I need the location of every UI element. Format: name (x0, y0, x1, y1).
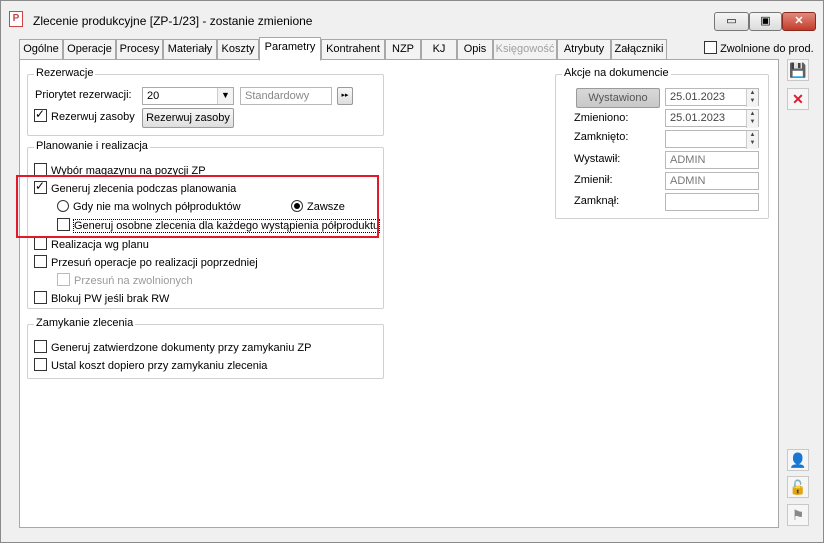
realizacja-wg-planu-label: Realizacja wg planu (51, 239, 149, 251)
zamykanie-group: Zamykanie zlecenia Generuj zatwierdzone … (27, 317, 384, 379)
akcje-title: Akcje na dokumencie (562, 67, 671, 79)
wystawiono-date-value: 25.01.2023 (670, 91, 726, 103)
window-title: Zlecenie produkcyjne [ZP-1/23] - zostani… (33, 14, 313, 28)
rezerwuj-zasoby-box[interactable] (34, 107, 47, 122)
main-window: P Zlecenie produkcyjne [ZP-1/23] - zosta… (0, 0, 824, 543)
save-icon[interactable]: 💾 (787, 59, 809, 81)
przesun-operacje-checkbox[interactable]: Przesuń operacje po realizacji poprzedni… (34, 255, 258, 269)
chevron-down-icon[interactable]: ▼ (217, 88, 233, 104)
tab-kontrahent[interactable]: Kontrahent (321, 39, 385, 60)
rezerwuj-zasoby-checkbox[interactable]: Rezerwuj zasoby (34, 107, 135, 123)
wystawil-field: ADMIN (665, 151, 759, 169)
planowanie-title: Planowanie i realizacja (34, 140, 150, 152)
maximize-button[interactable]: ▣ (749, 12, 782, 31)
zamknieto-label: Zamknięto: (574, 131, 629, 143)
close-button[interactable]: ✕ (782, 12, 816, 31)
zmienil-label: Zmienił: (574, 174, 613, 186)
zmieniono-date-value: 25.01.2023 (670, 112, 726, 124)
zwolnione-box[interactable] (704, 41, 717, 54)
rezerwacje-title: Rezerwacje (34, 67, 96, 79)
users-icon[interactable]: 👤 (787, 449, 809, 471)
priorytet-label: Priorytet rezerwacji: (35, 89, 132, 101)
tab-operacje[interactable]: Operacje (63, 39, 116, 60)
priorytet-value: 20 (147, 90, 160, 102)
rezerwuj-zasoby-label: Rezerwuj zasoby (51, 111, 135, 123)
blokuj-pw-box[interactable] (34, 291, 47, 304)
generuj-zatwierdzone-box[interactable] (34, 340, 47, 353)
ustal-koszt-label: Ustal koszt dopiero przy zamykaniu zlece… (51, 360, 268, 372)
zamykanie-title: Zamykanie zlecenia (34, 317, 136, 329)
zmieniono-date[interactable]: 25.01.2023 ▲ ▼ (665, 109, 759, 128)
rezerwacje-group: Rezerwacje Priorytet rezerwacji: 20 ▼ St… (27, 67, 384, 136)
tab-procesy[interactable]: Procesy (116, 39, 163, 60)
blokuj-pw-checkbox[interactable]: Blokuj PW jeśli brak RW (34, 291, 169, 305)
lock-icon[interactable]: 🔓 (787, 476, 809, 498)
przesun-na-zwolnionych-label: Przesuń na zwolnionych (74, 275, 193, 287)
parametry-panel: Rezerwacje Priorytet rezerwacji: 20 ▼ St… (19, 59, 779, 528)
ustal-koszt-checkbox[interactable]: Ustal koszt dopiero przy zamykaniu zlece… (34, 358, 267, 372)
realizacja-wg-planu-box[interactable] (34, 237, 47, 250)
wystawil-label: Wystawił: (574, 153, 621, 165)
zwolnione-checkbox[interactable]: Zwolnione do prod. (704, 41, 814, 55)
tab-opis[interactable]: Opis (457, 39, 493, 60)
minimize-button[interactable]: ▭ (714, 12, 749, 31)
przesun-operacje-box[interactable] (34, 255, 47, 268)
highlight-frame (16, 175, 379, 238)
generuj-zatwierdzone-label: Generuj zatwierdzone dokumenty przy zamy… (51, 342, 312, 354)
tab-koszty[interactable]: Koszty (217, 39, 259, 60)
wystawiono-button[interactable]: Wystawiono (576, 88, 660, 108)
tab-materialy[interactable]: Materiały (163, 39, 217, 60)
tab-atrybuty[interactable]: Atrybuty (557, 39, 611, 60)
priorytet-select-button[interactable]: ▸▸ (337, 87, 353, 105)
zamknal-label: Zamknął: (574, 195, 620, 207)
spinner-icon[interactable]: ▲ ▼ (746, 131, 758, 149)
tab-ksiegowosc[interactable]: Księgowość (493, 39, 557, 60)
zmienil-field: ADMIN (665, 172, 759, 190)
tab-zalaczniki[interactable]: Załączniki (611, 39, 667, 60)
priorytet-name-field: Standardowy (240, 87, 332, 105)
tab-ogolne[interactable]: Ogólne (19, 39, 63, 60)
spinner-icon[interactable]: ▲ ▼ (746, 110, 758, 128)
zwolnione-label: Zwolnione do prod. (720, 43, 814, 55)
wystawiono-date[interactable]: 25.01.2023 ▲ ▼ (665, 88, 759, 107)
przesun-operacje-label: Przesuń operacje po realizacji poprzedni… (51, 257, 258, 269)
przesun-na-zwolnionych-checkbox[interactable]: Przesuń na zwolnionych (57, 273, 193, 287)
zmieniono-label: Zmieniono: (574, 112, 629, 124)
generuj-zatwierdzone-checkbox[interactable]: Generuj zatwierdzone dokumenty przy zamy… (34, 340, 311, 354)
zamknal-field (665, 193, 759, 211)
priorytet-combo[interactable]: 20 ▼ (142, 87, 234, 105)
realizacja-wg-planu-checkbox[interactable]: Realizacja wg planu (34, 237, 149, 251)
blokuj-pw-label: Blokuj PW jeśli brak RW (51, 293, 170, 305)
przesun-na-zwolnionych-box[interactable] (57, 273, 70, 286)
rezerwuj-zasoby-button[interactable]: Rezerwuj zasoby (142, 108, 234, 128)
tab-parametry[interactable]: Parametry (259, 37, 321, 61)
tab-kj[interactable]: KJ (421, 39, 457, 60)
spinner-icon[interactable]: ▲ ▼ (746, 89, 758, 107)
cancel-icon[interactable]: ✕ (787, 88, 809, 110)
app-icon[interactable]: P (9, 11, 23, 27)
tab-nzp[interactable]: NZP (385, 39, 421, 60)
zamknieto-date[interactable]: ▲ ▼ (665, 130, 759, 149)
pin-icon[interactable]: ⚑ (787, 504, 809, 526)
ustal-koszt-box[interactable] (34, 358, 47, 371)
title-bar: P Zlecenie produkcyjne [ZP-1/23] - zosta… (1, 1, 823, 31)
akcje-group: Akcje na dokumencie Wystawiono 25.01.202… (555, 67, 769, 219)
